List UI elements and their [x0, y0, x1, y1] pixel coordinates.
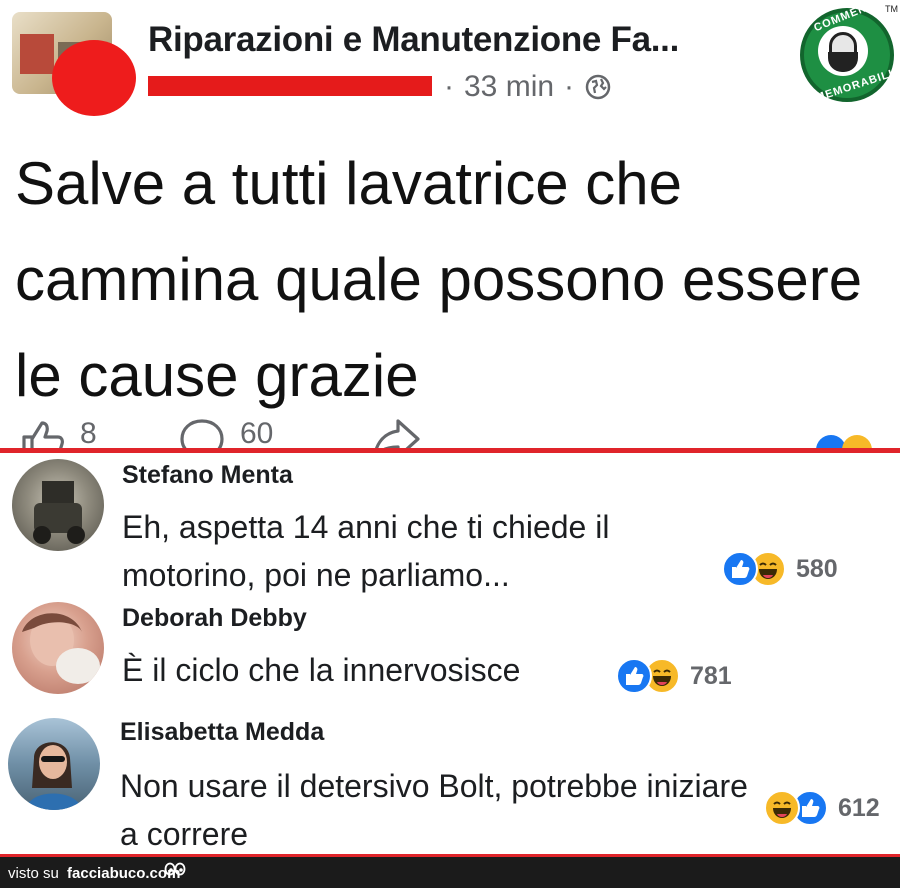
comment-item: Stefano Menta Eh, aspetta 14 anni che ti… [0, 455, 900, 595]
share-button[interactable] [370, 417, 422, 450]
meta-separator: · [564, 70, 575, 103]
reaction-summary[interactable]: 781 [616, 658, 732, 694]
like-icon [616, 658, 652, 694]
footer-prefix: visto su [8, 865, 59, 882]
thumbs-up-icon [22, 421, 64, 450]
reaction-summary[interactable]: 612 [764, 790, 880, 826]
reaction-count: 612 [838, 793, 880, 822]
commenter-name[interactable]: Elisabetta Medda [120, 718, 324, 747]
post-meta: · 33 min · [444, 70, 612, 104]
watermark-footer: visto su facciabuco.com [0, 854, 900, 888]
haha-icon [764, 790, 800, 826]
like-icon [722, 551, 758, 587]
page-name[interactable]: Riparazioni e Manutenzione Fa... [148, 20, 679, 60]
comment-item: Elisabetta Medda Non usare il detersivo … [0, 712, 900, 854]
share-icon [374, 419, 420, 450]
like-button[interactable]: 8 [20, 417, 97, 450]
commenti-memorabili-logo: COMMENTI MEMORABILI TM [796, 0, 898, 130]
reaction-count: 580 [796, 554, 838, 583]
redacted-user-name [148, 76, 432, 96]
post-card: Riparazioni e Manutenzione Fa... · 33 mi… [0, 0, 900, 450]
eyes-icon [164, 862, 186, 876]
reaction-count: 781 [690, 661, 732, 690]
reaction-summary[interactable]: 580 [722, 551, 838, 587]
commenter-avatar[interactable] [8, 718, 100, 810]
comment-item: Deborah Debby È il ciclo che la innervos… [0, 598, 900, 710]
commenter-avatar[interactable] [12, 602, 104, 694]
comment-text: Non usare il detersivo Bolt, potrebbe in… [120, 768, 748, 852]
section-divider [0, 448, 900, 453]
comment-text: Eh, aspetta 14 anni che ti chiede il mot… [122, 509, 610, 593]
post-time[interactable]: 33 min [464, 70, 554, 104]
commenter-avatar[interactable] [12, 459, 104, 551]
post-actions: 8 60 [0, 405, 900, 450]
globe-icon [585, 74, 611, 100]
like-count: 8 [80, 417, 97, 450]
meta-separator: · [444, 70, 454, 103]
comment-count: 60 [240, 417, 274, 450]
footer-text: visto su facciabuco.com [8, 865, 180, 882]
commenter-name[interactable]: Deborah Debby [122, 604, 307, 633]
comment-icon [180, 419, 224, 450]
redacted-user-avatar [52, 40, 136, 116]
post-text: Salve a tutti lavatrice che cammina qual… [15, 150, 863, 409]
commenter-name[interactable]: Stefano Menta [122, 461, 293, 490]
comment-button[interactable]: 60 [178, 417, 273, 450]
comment-text: È il ciclo che la innervosisce [122, 652, 521, 688]
